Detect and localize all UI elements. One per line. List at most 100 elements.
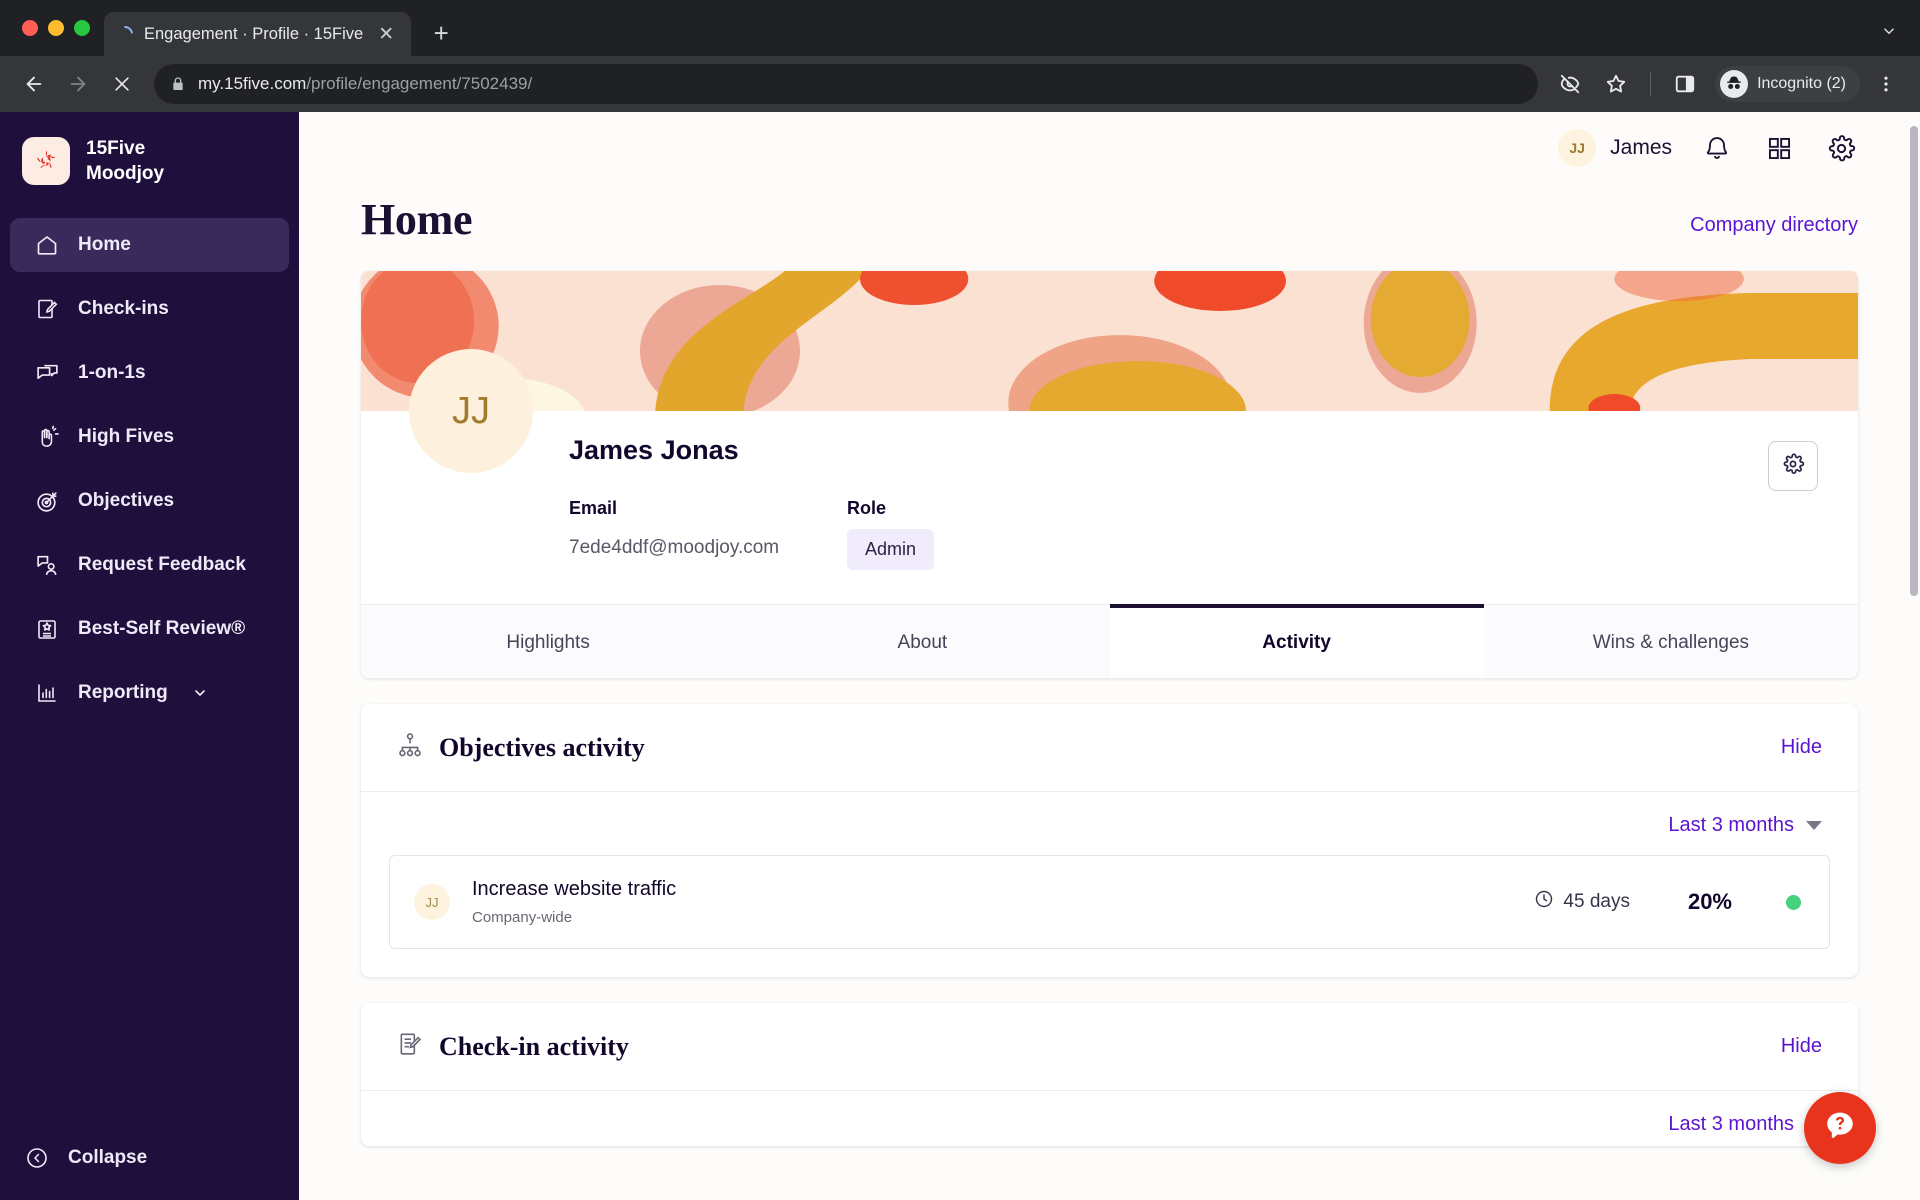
help-button[interactable] <box>1804 1092 1876 1164</box>
star-icon[interactable] <box>1596 64 1636 104</box>
minimize-window-button[interactable] <box>48 20 64 36</box>
email-label: Email <box>569 498 618 518</box>
sidebar-item-1-on-1s[interactable]: 1-on-1s <box>10 346 289 400</box>
toolbar-divider <box>1650 72 1652 96</box>
objective-text: Increase website traffic Company-wide <box>472 878 1512 926</box>
objectives-list: JJ Increase website traffic Company-wide… <box>361 847 1858 977</box>
sidebar-item-best-self-review[interactable]: Best-Self Review® <box>10 602 289 656</box>
eye-off-icon[interactable] <box>1550 64 1590 104</box>
bell-icon[interactable] <box>1700 131 1734 165</box>
hide-checkin-button[interactable]: Hide <box>1781 1035 1822 1058</box>
tab-wins-and-challenges[interactable]: Wins & challenges <box>1484 604 1858 678</box>
app-sidebar: 15Five Moodjoy Home Check-ins 1-on-1s Hi… <box>0 112 299 1200</box>
sidebar-item-label: Best-Self Review® <box>78 618 246 640</box>
window-controls <box>14 0 104 56</box>
forward-arrow-icon[interactable] <box>58 64 98 104</box>
checkin-period-filter[interactable]: Last 3 months <box>1668 1113 1822 1136</box>
hide-objectives-button[interactable]: Hide <box>1781 736 1822 759</box>
objectives-activity-card: Objectives activity Hide Last 3 months J… <box>361 704 1858 977</box>
sidebar-item-label: High Fives <box>78 426 175 448</box>
page-content: 15Five Moodjoy Home Check-ins 1-on-1s Hi… <box>0 112 1920 1200</box>
sidebar-item-high-fives[interactable]: High Fives <box>10 410 289 464</box>
tab-highlights[interactable]: Highlights <box>361 604 735 678</box>
toolbar-actions: Incognito (2) <box>1550 64 1906 104</box>
collapse-sidebar-button[interactable]: Collapse <box>0 1146 299 1170</box>
objective-days-label: 45 days <box>1563 891 1630 912</box>
sidebar-item-label: Reporting <box>78 682 168 704</box>
avatar: JJ <box>1558 129 1597 167</box>
browser-toolbar: my.15five.com/profile/engagement/7502439… <box>0 56 1920 112</box>
best-self-review-icon <box>34 617 60 641</box>
tab-about[interactable]: About <box>735 604 1109 678</box>
sidebar-item-objectives[interactable]: Objectives <box>10 474 289 528</box>
tab-loading-spinner-icon <box>113 22 137 46</box>
address-bar[interactable]: my.15five.com/profile/engagement/7502439… <box>154 64 1539 104</box>
checkin-activity-title: Check-in activity <box>439 1031 629 1061</box>
back-arrow-icon[interactable] <box>14 64 54 104</box>
url-domain: my.15five.com <box>198 74 307 93</box>
close-tab-button[interactable]: ✕ <box>373 21 399 47</box>
collapse-left-icon <box>24 1146 50 1170</box>
side-panel-icon[interactable] <box>1665 64 1705 104</box>
tab-list-chevron-icon[interactable] <box>1872 14 1906 48</box>
sidebar-item-label: 1-on-1s <box>78 362 146 384</box>
apps-grid-icon[interactable] <box>1762 131 1796 165</box>
home-icon <box>34 233 60 257</box>
avatar: JJ <box>414 884 450 920</box>
app-topbar: JJ James <box>299 112 1920 184</box>
incognito-profile-button[interactable]: Incognito (2) <box>1715 66 1860 102</box>
user-name-label: James <box>1610 136 1672 159</box>
checkin-activity-header: Check-in activity Hide <box>361 1003 1858 1091</box>
checkin-doc-icon <box>397 1031 423 1062</box>
brand-line-2: Moodjoy <box>86 163 165 185</box>
tab-activity[interactable]: Activity <box>1109 604 1484 678</box>
browser-tab[interactable]: Engagement · Profile · 15Five ✕ <box>104 12 412 56</box>
email-value: 7ede4ddf@moodjoy.com <box>569 537 780 558</box>
profile-details: JJ James Jonas Email 7ede4ddf@moodjoy.co… <box>361 349 1858 604</box>
user-menu-button[interactable]: JJ James <box>1558 129 1672 167</box>
profile-fields: Email 7ede4ddf@moodjoy.com Role Admin <box>569 498 1818 570</box>
request-feedback-icon <box>34 553 60 578</box>
three-dot-menu-icon[interactable] <box>1866 64 1906 104</box>
profile-tabs: Highlights About Activity Wins & challen… <box>361 604 1858 678</box>
profile-role-field: Role Admin <box>847 498 935 570</box>
sidebar-item-label: Check-ins <box>78 298 169 320</box>
profile-name: James Jonas <box>569 435 739 465</box>
profile-card: JJ James Jonas Email 7ede4ddf@moodjoy.co… <box>361 271 1858 678</box>
status-badge <box>1786 894 1801 910</box>
stop-loading-icon[interactable] <box>102 64 142 104</box>
role-label: Role <box>847 498 887 518</box>
sidebar-item-home[interactable]: Home <box>10 218 289 273</box>
company-directory-link[interactable]: Company directory <box>1690 214 1858 245</box>
fifteen-five-logo-icon <box>22 137 70 186</box>
objectives-period-filter[interactable]: Last 3 months <box>1668 814 1822 837</box>
close-window-button[interactable] <box>22 20 38 36</box>
question-chat-icon <box>1823 1109 1857 1148</box>
chevron-down-icon <box>192 685 208 701</box>
gear-icon <box>1781 452 1805 481</box>
target-icon <box>34 489 60 514</box>
scrollbar-thumb[interactable] <box>1910 126 1918 596</box>
checkin-period-label: Last 3 months <box>1668 1113 1794 1135</box>
page-scrollbar[interactable] <box>1908 112 1920 1200</box>
page-title: Home <box>361 195 473 244</box>
objectives-period-label: Last 3 months <box>1668 814 1794 836</box>
url-path: /profile/engagement/7502439/ <box>306 74 533 93</box>
profile-settings-button[interactable] <box>1768 441 1818 491</box>
lock-icon <box>170 76 186 92</box>
objectives-filter-row: Last 3 months <box>361 792 1858 847</box>
new-tab-button[interactable]: + <box>421 13 461 53</box>
objective-scope: Company-wide <box>472 909 573 926</box>
sidebar-item-reporting[interactable]: Reporting <box>10 666 289 720</box>
brand-name: 15Five Moodjoy <box>86 136 164 186</box>
profile-info: James Jonas Email 7ede4ddf@moodjoy.com R… <box>569 411 1818 570</box>
main-content: JJ James Home Company directory JJ James… <box>299 112 1920 1200</box>
maximize-window-button[interactable] <box>74 20 90 36</box>
incognito-label: Incognito (2) <box>1757 75 1846 92</box>
gear-icon[interactable] <box>1824 131 1858 165</box>
sidebar-item-request-feedback[interactable]: Request Feedback <box>10 538 289 592</box>
sidebar-item-label: Home <box>78 234 131 256</box>
list-item[interactable]: JJ Increase website traffic Company-wide… <box>389 855 1830 949</box>
sidebar-item-check-ins[interactable]: Check-ins <box>10 282 289 336</box>
brand-block[interactable]: 15Five Moodjoy <box>0 112 299 210</box>
